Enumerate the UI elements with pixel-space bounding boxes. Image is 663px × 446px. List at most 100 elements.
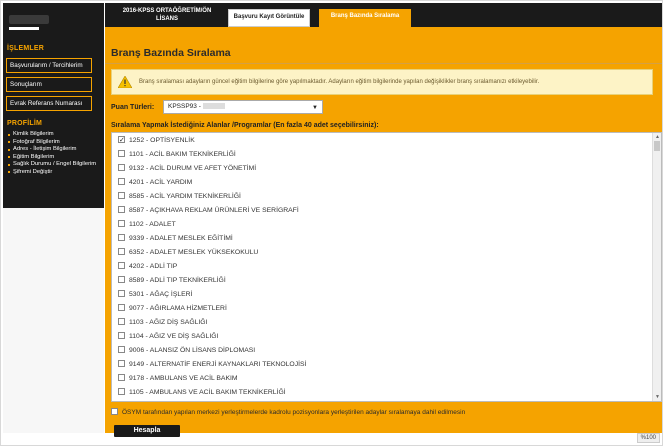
sidebar-panel: İŞLEMLER Başvurularım / Tercihlerim Sonu…	[3, 3, 104, 208]
program-option[interactable]: 8587 - AÇIKHAVA REKLAM ÜRÜNLERİ VE SERİG…	[118, 204, 299, 218]
program-label: 1252 - OPTİSYENLİK	[129, 137, 195, 144]
program-label: 9178 - AMBULANS VE ACİL BAKIM	[129, 375, 238, 382]
profile-link-sifre[interactable]: Şifremi Değiştir	[8, 169, 102, 177]
checkbox[interactable]	[118, 359, 125, 367]
sidebar-button-evrak[interactable]: Evrak Referans Numarası	[6, 96, 92, 111]
program-label: 1105 - AMBULANS VE ACİL BAKIM TEKNİKERLİ…	[129, 389, 286, 396]
program-option[interactable]: 1102 - ADALET	[118, 218, 176, 232]
program-label: 9077 - AĞIRLAMA HİZMETLERİ	[129, 305, 227, 312]
exclude-placed-checkbox[interactable]	[111, 408, 118, 415]
exclude-placed-option[interactable]: ÖSYM tarafından yapılan merkezi yerleşti…	[111, 408, 466, 417]
checkbox[interactable]	[118, 275, 125, 283]
checkbox[interactable]	[118, 177, 125, 185]
checkbox[interactable]	[118, 387, 125, 395]
listbox-scrollbar[interactable]: ▲ ▼	[652, 133, 661, 401]
program-option[interactable]: 9178 - AMBULANS VE ACİL BAKIM	[118, 372, 238, 386]
checkbox[interactable]	[118, 163, 125, 171]
program-option[interactable]: 9006 - ALANSIZ ÖN LİSANS DİPLOMASI	[118, 344, 255, 358]
profile-link-egitim[interactable]: Eğitim Bilgilerim	[8, 154, 102, 162]
main-content: 2016-KPSS ORTAÖĞRETİM/ÖN LİSANS Başvuru …	[105, 3, 662, 437]
warning-icon	[118, 76, 132, 88]
profile-link-saglik[interactable]: Sağlık Durumu / Engel Bilgilerim	[8, 161, 102, 169]
checkbox-checked[interactable]	[118, 134, 125, 148]
exclude-placed-label: ÖSYM tarafından yapılan merkezi yerleşti…	[122, 409, 466, 417]
profile-menu: Kimlik Bilgilerim Fotoğraf Bilgilerim Ad…	[8, 131, 102, 176]
notice-text: Branş sıralaması adayların güncel eğitim…	[139, 79, 540, 85]
redacted-user-detail	[9, 27, 39, 30]
program-label: 1102 - ADALET	[129, 221, 176, 228]
sidebar-button-sonuclar[interactable]: Sonuçlarım	[6, 77, 92, 92]
hesapla-button[interactable]: Hesapla	[114, 425, 180, 437]
program-label: 4201 - ACİL YARDIM	[129, 179, 193, 186]
program-label: 8585 - ACİL YARDIM TEKNİKERLİĞİ	[129, 193, 241, 200]
sidebar: İŞLEMLER Başvurularım / Tercihlerim Sonu…	[3, 3, 104, 433]
program-option[interactable]: 8589 - ADLİ TIP TEKNİKERLİĞİ	[118, 274, 226, 288]
checkbox[interactable]	[118, 191, 125, 199]
program-label: 8589 - ADLİ TIP TEKNİKERLİĞİ	[129, 277, 226, 284]
program-option[interactable]: 4202 - ADLİ TIP	[118, 260, 177, 274]
scroll-down-arrow-icon[interactable]: ▼	[655, 394, 660, 400]
program-option[interactable]: 9077 - AĞIRLAMA HİZMETLERİ	[118, 302, 227, 316]
checkbox[interactable]	[118, 317, 125, 325]
redacted-score	[202, 103, 225, 110]
redacted-username	[9, 15, 49, 24]
profile-link-adres[interactable]: Adres - İletişim Bilgilerim	[8, 146, 102, 154]
program-option[interactable]: 1252 - OPTİSYENLİK	[118, 134, 195, 148]
program-option[interactable]: 5301 - AĞAÇ İŞLERİ	[118, 288, 192, 302]
tab-kpss-ortaogretim[interactable]: 2016-KPSS ORTAÖĞRETİM/ÖN LİSANS	[117, 8, 217, 26]
tab-brans-siralama[interactable]: Branş Bazında Sıralama	[319, 9, 411, 27]
program-label: 1103 - AĞIZ DİŞ SAĞLIĞI	[129, 319, 208, 326]
checkbox[interactable]	[118, 373, 125, 381]
program-label: 1101 - ACİL BAKIM TEKNİKERLİĞİ	[129, 151, 236, 158]
program-option[interactable]: 9339 - ADALET MESLEK EĞİTİMİ	[118, 232, 233, 246]
program-label: 5301 - AĞAÇ İŞLERİ	[129, 291, 193, 298]
puan-turu-select[interactable]: KPSSP93 - ▼	[163, 100, 323, 114]
program-label: 6352 - ADALET MESLEK YÜKSEKOKULU	[129, 249, 259, 256]
program-label: 9132 - ACİL DURUM VE AFET YÖNETİMİ	[129, 165, 257, 172]
program-option[interactable]: 1104 - AĞIZ VE DİŞ SAĞLIĞI	[118, 330, 218, 344]
puan-turu-label: Puan Türleri:	[111, 104, 155, 111]
checkbox[interactable]	[118, 247, 125, 255]
sidebar-button-basvurular[interactable]: Başvurularım / Tercihlerim	[6, 58, 92, 73]
program-list-heading: Sıralama Yapmak İstediğiniz Alanlar /Pro…	[111, 122, 379, 129]
info-notice: Branş sıralaması adayların güncel eğitim…	[111, 69, 653, 95]
checkbox[interactable]	[118, 261, 125, 269]
profile-link-fotograf[interactable]: Fotoğraf Bilgilerim	[8, 139, 102, 147]
program-label: 8587 - AÇIKHAVA REKLAM ÜRÜNLERİ VE SERİG…	[129, 207, 299, 214]
program-label: 1104 - AĞIZ VE DİŞ SAĞLIĞI	[129, 333, 219, 340]
zoom-indicator: %100	[636, 433, 660, 443]
program-option[interactable]: 1103 - AĞIZ DİŞ SAĞLIĞI	[118, 316, 207, 330]
tab-bar: 2016-KPSS ORTAÖĞRETİM/ÖN LİSANS Başvuru …	[105, 3, 662, 27]
program-listbox[interactable]: 1252 - OPTİSYENLİK 1101 - ACİL BAKIM TEK…	[111, 132, 662, 402]
checkbox[interactable]	[118, 331, 125, 339]
checkbox[interactable]	[118, 219, 125, 227]
program-option[interactable]: 4201 - ACİL YARDIM	[118, 176, 192, 190]
islemler-heading: İŞLEMLER	[7, 45, 44, 52]
program-option[interactable]: 6352 - ADALET MESLEK YÜKSEKOKULU	[118, 246, 258, 260]
program-option[interactable]: 9149 - ALTERNATİF ENERJİ KAYNAKLARI TEKN…	[118, 358, 306, 372]
checkbox[interactable]	[118, 289, 125, 297]
scrollbar-thumb[interactable]	[654, 141, 660, 151]
scroll-up-arrow-icon[interactable]: ▲	[655, 134, 660, 140]
program-label: 4202 - ADLİ TIP	[129, 263, 178, 270]
program-label: 9339 - ADALET MESLEK EĞİTİMİ	[129, 235, 233, 242]
checkbox[interactable]	[118, 233, 125, 241]
program-option[interactable]: 1105 - AMBULANS VE ACİL BAKIM TEKNİKERLİ…	[118, 386, 286, 400]
checkbox[interactable]	[118, 149, 125, 157]
checkbox[interactable]	[118, 345, 125, 353]
program-option[interactable]: 1101 - ACİL BAKIM TEKNİKERLİĞİ	[118, 148, 236, 162]
title-divider	[105, 63, 662, 64]
page-title: Branş Bazında Sıralama	[111, 47, 231, 59]
chevron-down-icon: ▼	[312, 105, 318, 111]
window-frame: İŞLEMLER Başvurularım / Tercihlerim Sonu…	[0, 0, 663, 446]
program-option[interactable]: 8585 - ACİL YARDIM TEKNİKERLİĞİ	[118, 190, 241, 204]
checkbox[interactable]	[118, 303, 125, 311]
puan-turu-value: KPSSP93 -	[168, 103, 201, 110]
program-label: 9006 - ALANSIZ ÖN LİSANS DİPLOMASI	[129, 347, 256, 354]
tab-basvuru-kayit[interactable]: Başvuru Kayıt Görüntüle	[228, 9, 310, 27]
checkbox[interactable]	[118, 205, 125, 213]
program-label: 9149 - ALTERNATİF ENERJİ KAYNAKLARI TEKN…	[129, 361, 307, 368]
profilim-heading: PROFİLİM	[7, 120, 43, 127]
profile-link-kimlik[interactable]: Kimlik Bilgilerim	[8, 131, 102, 139]
program-option[interactable]: 9132 - ACİL DURUM VE AFET YÖNETİMİ	[118, 162, 256, 176]
